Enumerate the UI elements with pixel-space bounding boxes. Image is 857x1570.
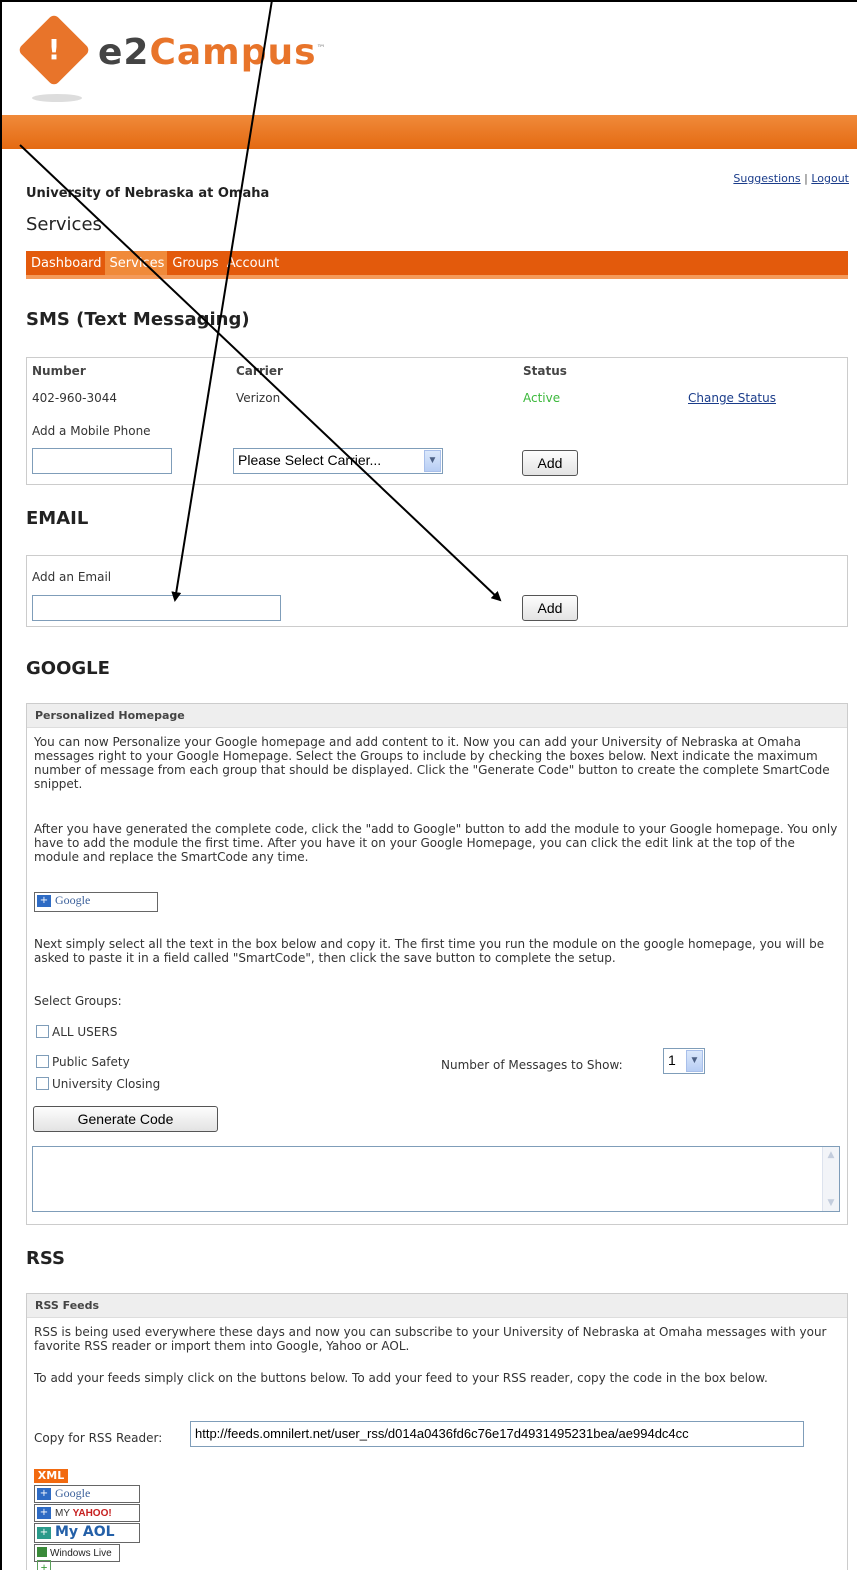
brand-name: e2Campus™ bbox=[98, 32, 327, 73]
chevron-down-icon: ▼ bbox=[686, 1050, 703, 1072]
rss-para-1: RSS is being used everywhere these days … bbox=[34, 1325, 827, 1353]
email-heading: EMAIL bbox=[26, 508, 89, 529]
group-university-closing[interactable]: University Closing bbox=[36, 1077, 160, 1091]
num-messages-value: 1 bbox=[668, 1052, 676, 1068]
col-number: Number bbox=[32, 364, 86, 378]
google-para-2: After you have generated the complete co… bbox=[34, 822, 838, 864]
checkbox[interactable] bbox=[36, 1077, 49, 1090]
status-badge: Active bbox=[523, 391, 561, 405]
generate-code-button[interactable]: Generate Code bbox=[33, 1106, 218, 1132]
university-name: University of Nebraska at Omaha bbox=[26, 186, 270, 201]
checkbox[interactable] bbox=[36, 1055, 49, 1068]
logout-link[interactable]: Logout bbox=[811, 172, 849, 185]
nav-services[interactable]: Services bbox=[104, 251, 168, 275]
carrier-select-value: Please Select Carrier... bbox=[238, 452, 382, 468]
suggestions-link[interactable]: Suggestions bbox=[733, 172, 800, 185]
plus-icon: + bbox=[37, 1488, 51, 1500]
exclamation-icon: ! bbox=[47, 33, 61, 66]
add-my-aol-button[interactable]: + My AOL bbox=[34, 1523, 140, 1543]
add-to-google-label: Google bbox=[55, 893, 91, 907]
add-to-google-button[interactable]: + Google bbox=[34, 892, 158, 912]
add-email-label: Add an Email bbox=[32, 570, 112, 584]
add-phone-button[interactable]: Add bbox=[522, 450, 578, 476]
rss-para-2: To add your feeds simply click on the bu… bbox=[34, 1371, 768, 1385]
copy-label: Copy for RSS Reader: bbox=[34, 1431, 163, 1445]
group-label: University Closing bbox=[52, 1077, 161, 1091]
email-input[interactable] bbox=[32, 595, 281, 621]
google-para-3: Next simply select all the text in the b… bbox=[34, 937, 825, 965]
scroll-down-icon[interactable]: ▼ bbox=[824, 1196, 838, 1210]
windows-live-label: Windows Live bbox=[50, 1548, 112, 1559]
col-status: Status bbox=[523, 364, 567, 378]
add-google-rss-button[interactable]: + Google bbox=[34, 1485, 140, 1503]
rss-heading: RSS bbox=[26, 1248, 65, 1269]
xml-feed-button[interactable]: XML bbox=[34, 1469, 68, 1483]
link-separator: | bbox=[804, 172, 808, 185]
rss-panel-title: RSS Feeds bbox=[27, 1294, 847, 1318]
top-links: Suggestions | Logout bbox=[733, 172, 849, 185]
carrier-select[interactable]: Please Select Carrier... ▼ bbox=[233, 448, 443, 474]
plus-icon: + bbox=[37, 895, 51, 907]
smartcode-textarea[interactable]: ▲ ▼ bbox=[32, 1146, 840, 1212]
change-status-link[interactable]: Change Status bbox=[688, 391, 776, 405]
plus-icon: + bbox=[37, 1527, 51, 1539]
select-groups-label: Select Groups: bbox=[34, 994, 122, 1008]
page-title: Services bbox=[26, 214, 102, 235]
my-label: MY bbox=[55, 1508, 70, 1519]
rss-feed-url-input[interactable]: http://feeds.omnilert.net/user_rss/d014a… bbox=[190, 1421, 804, 1447]
google-para-1: You can now Personalize your Google home… bbox=[34, 735, 830, 791]
add-windows-live-button[interactable]: Windows Live + bbox=[34, 1544, 120, 1570]
mobile-phone-input[interactable] bbox=[32, 448, 172, 474]
add-email-button[interactable]: Add bbox=[522, 595, 578, 621]
plus-icon: + bbox=[37, 1560, 51, 1570]
google-rss-label: Google bbox=[55, 1486, 91, 1500]
chevron-down-icon: ▼ bbox=[424, 450, 441, 472]
phone-number: 402-960-3044 bbox=[32, 391, 118, 405]
group-label: ALL USERS bbox=[52, 1025, 118, 1039]
phone-carrier: Verizon bbox=[236, 391, 281, 405]
num-messages-select[interactable]: 1 ▼ bbox=[663, 1048, 705, 1074]
col-carrier: Carrier bbox=[236, 364, 283, 378]
header-bar bbox=[2, 115, 857, 149]
nav-dashboard[interactable]: Dashboard bbox=[26, 251, 105, 275]
num-messages-label: Number of Messages to Show: bbox=[441, 1058, 623, 1072]
e2campus-logo[interactable]: ! e2Campus™ bbox=[17, 13, 364, 102]
logo-shadow bbox=[32, 94, 82, 102]
google-panel-title: Personalized Homepage bbox=[27, 704, 847, 728]
main-nav: Dashboard Services Groups Account bbox=[26, 251, 848, 279]
yahoo-label: YAHOO! bbox=[72, 1508, 112, 1519]
group-public-safety[interactable]: Public Safety bbox=[36, 1055, 130, 1069]
google-heading: GOOGLE bbox=[26, 658, 110, 679]
plus-icon: + bbox=[37, 1507, 51, 1519]
windows-live-icon bbox=[37, 1547, 47, 1557]
scroll-up-icon[interactable]: ▲ bbox=[824, 1148, 838, 1162]
nav-account[interactable]: Account bbox=[222, 251, 283, 275]
nav-groups[interactable]: Groups bbox=[167, 251, 221, 275]
group-label: Public Safety bbox=[52, 1055, 130, 1069]
add-my-yahoo-button[interactable]: + MY YAHOO! bbox=[34, 1504, 140, 1522]
aol-label: My AOL bbox=[55, 1524, 115, 1540]
scrollbar[interactable]: ▲ ▼ bbox=[822, 1147, 839, 1211]
checkbox[interactable] bbox=[36, 1025, 49, 1038]
group-all-users[interactable]: ALL USERS bbox=[36, 1025, 117, 1039]
add-mobile-label: Add a Mobile Phone bbox=[32, 424, 151, 438]
sms-heading: SMS (Text Messaging) bbox=[26, 309, 250, 330]
